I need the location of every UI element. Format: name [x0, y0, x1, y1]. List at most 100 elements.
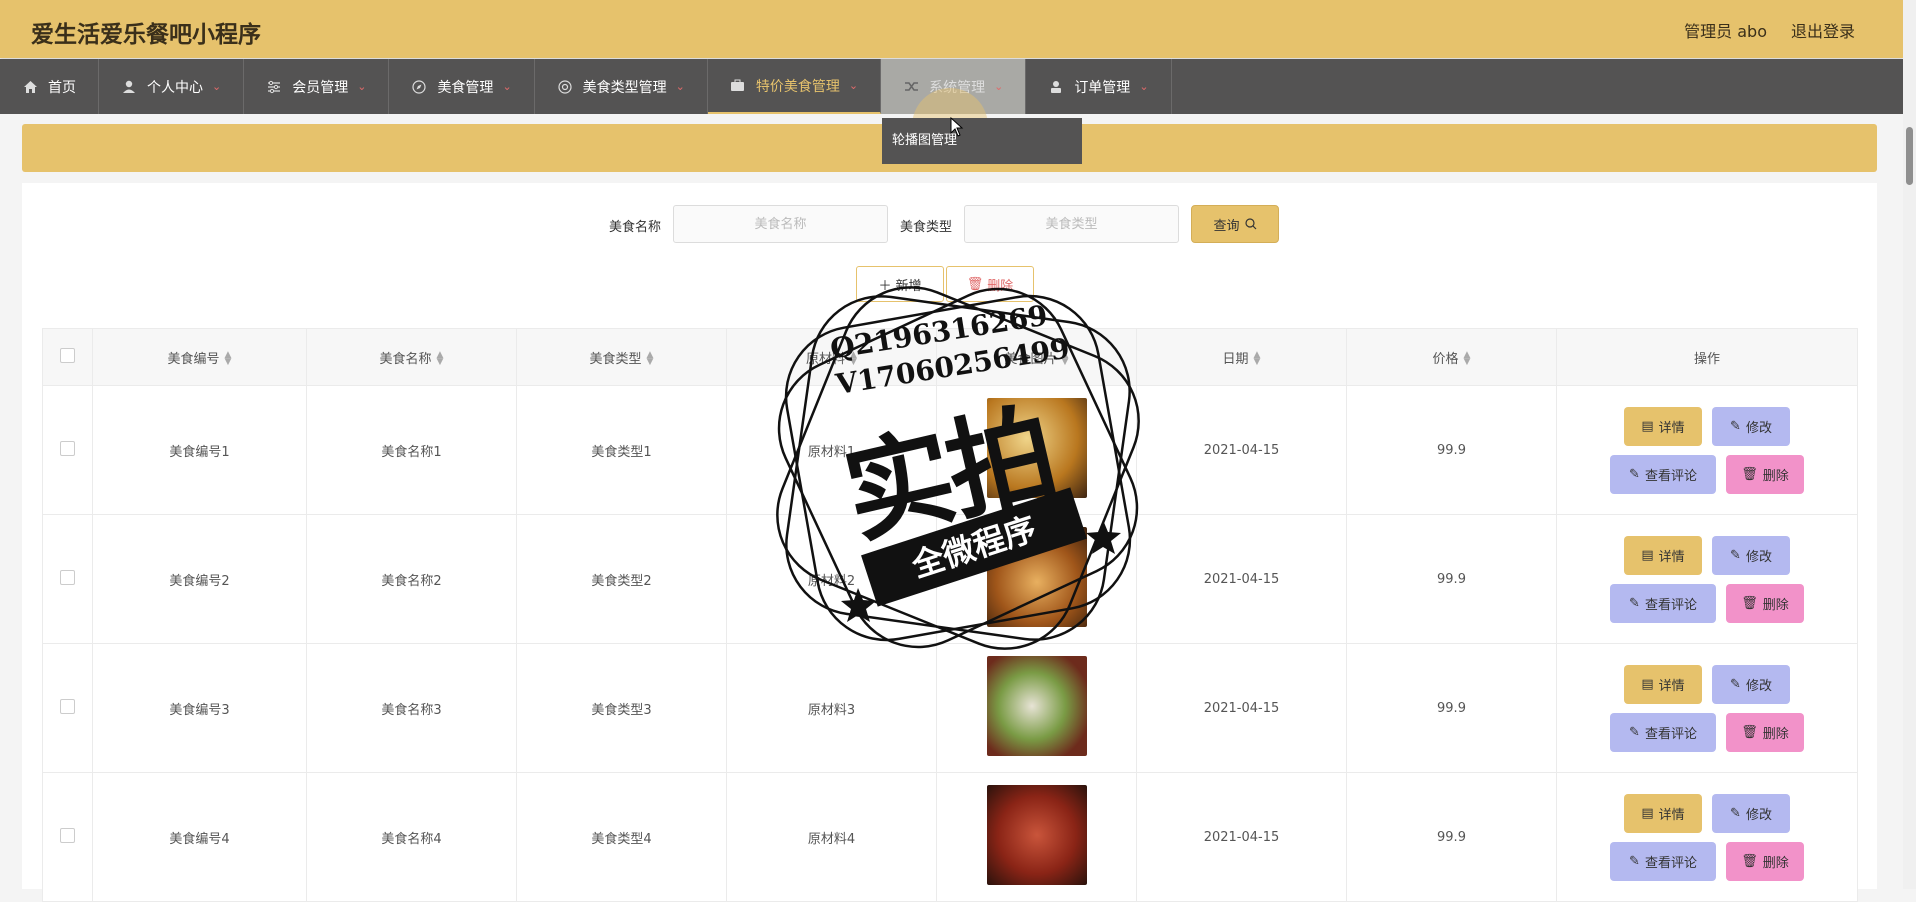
nav-personal-center[interactable]: 个人中心 ⌄ [99, 59, 245, 114]
chevron-down-icon: ⌄ [848, 79, 859, 92]
cell-operations: ▤ 详情 ✎ 修改 ✎ 查看评论 🗑 删除 [1556, 514, 1858, 644]
sort-icon: ▲ ▼ [436, 350, 444, 367]
cell-date: 2021-04-15 [1136, 514, 1347, 644]
cell-date: 2021-04-15 [1136, 643, 1347, 773]
search-icon [1244, 218, 1256, 230]
cell-price: 99.9 [1346, 385, 1557, 515]
edit-button[interactable]: ✎ 修改 [1712, 406, 1790, 446]
cell-food-type: 美食类型3 [516, 643, 727, 773]
header-food-type[interactable]: 美食类型 ▲ ▼ [516, 328, 727, 386]
food-type-label: 美食类型 [900, 220, 953, 235]
shuffle-icon [903, 79, 919, 95]
edit-button[interactable]: ✎ 修改 [1712, 793, 1790, 833]
delete-button[interactable]: 🗑 删除 [1726, 841, 1804, 881]
chevron-down-icon: ⌄ [212, 80, 222, 93]
system-dropdown-item-carousel[interactable]: 轮播图管理 [882, 118, 1082, 164]
header-date[interactable]: 日期 ▲ ▼ [1136, 328, 1347, 386]
detail-button[interactable]: ▤ 详情 [1624, 664, 1702, 704]
cell-price: 99.9 [1346, 514, 1557, 644]
view-reviews-button[interactable]: ✎ 查看评论 [1610, 454, 1716, 494]
cell-operations: ▤ 详情 ✎ 修改 ✎ 查看评论 🗑 删除 [1556, 643, 1858, 773]
user-icon [121, 79, 137, 95]
nav-personal-center-label: 个人中心 [147, 79, 203, 96]
view-reviews-button[interactable]: ✎ 查看评论 [1610, 583, 1716, 623]
row-checkbox[interactable] [60, 827, 75, 843]
chevron-down-icon: ⌄ [994, 80, 1004, 93]
select-all-checkbox[interactable] [60, 347, 75, 363]
cell-material: 原材料4 [726, 772, 937, 902]
cell-food-name: 美食名称4 [306, 772, 517, 902]
nav-special-food-management-label: 特价美食管理 [755, 78, 840, 95]
disc-icon [557, 79, 573, 95]
food-name-label: 美食名称 [609, 220, 662, 235]
cell-food-image [936, 772, 1137, 902]
chevron-down-icon: ⌄ [675, 80, 685, 93]
header-price[interactable]: 价格 ▲ ▼ [1346, 328, 1557, 386]
cell-food-name: 美食名称1 [306, 385, 517, 515]
nav-food-management[interactable]: 美食管理 ⌄ [389, 59, 535, 114]
view-reviews-button[interactable]: ✎ 查看评论 [1610, 712, 1716, 752]
delete-button[interactable]: 🗑 删除 [1726, 583, 1804, 623]
nav-order-management[interactable]: 订单管理 ⌄ [1026, 59, 1172, 114]
detail-button[interactable]: ▤ 详情 [1624, 535, 1702, 575]
cell-food-type: 美食类型1 [516, 385, 727, 515]
delete-button[interactable]: 🗑 删除 [1726, 712, 1804, 752]
row-checkbox[interactable] [60, 569, 75, 585]
pencil-icon: ✎ [1629, 724, 1640, 740]
view-reviews-button[interactable]: ✎ 查看评论 [1610, 841, 1716, 881]
nav-food-type-management[interactable]: 美食类型管理 ⌄ [535, 59, 708, 114]
cell-food-type: 美食类型2 [516, 514, 727, 644]
cell-food-code: 美食编号3 [92, 643, 307, 773]
cell-food-code: 美食编号2 [92, 514, 307, 644]
nav-food-management-label: 美食管理 [437, 79, 494, 96]
top-header: 爱生活爱乐餐吧小程序 管理员 abo 退出登录 [0, 0, 1903, 58]
pencil-icon: ✎ [1730, 547, 1741, 563]
sliders-icon [266, 79, 282, 95]
detail-button[interactable]: ▤ 详情 [1624, 406, 1702, 446]
document-icon: ▤ [1641, 805, 1654, 821]
sort-icon: ▲ ▼ [224, 350, 232, 367]
food-type-input[interactable] [964, 205, 1179, 243]
select-all-cell[interactable] [42, 328, 93, 386]
row-checkbox[interactable] [60, 698, 75, 714]
food-name-input[interactable] [673, 205, 888, 243]
row-checkbox[interactable] [60, 440, 75, 456]
pencil-icon: ✎ [1629, 595, 1640, 611]
nav-home-label: 首页 [48, 79, 76, 96]
user-card-icon [1048, 79, 1064, 95]
trash-icon: 🗑 [1741, 466, 1758, 482]
query-button[interactable]: 查询 [1191, 205, 1279, 243]
cell-date: 2021-04-15 [1136, 385, 1347, 515]
cell-food-name: 美食名称3 [306, 643, 517, 773]
sort-icon: ▲ ▼ [646, 350, 654, 367]
cell-date: 2021-04-15 [1136, 772, 1347, 902]
document-icon: ▤ [1641, 676, 1654, 692]
header-food-name[interactable]: 美食名称 ▲ ▼ [306, 328, 517, 386]
delete-button[interactable]: 🗑 删除 [1726, 454, 1804, 494]
scrollbar-thumb[interactable] [1906, 127, 1913, 185]
admin-user[interactable]: 管理员 abo [1684, 18, 1767, 42]
table-row: 美食编号4 美食名称4 美食类型4 原材料4 2021-04-15 99.9 ▤… [42, 772, 1858, 902]
sort-icon: ▲ ▼ [1463, 350, 1471, 367]
detail-button[interactable]: ▤ 详情 [1624, 793, 1702, 833]
nav-member-management[interactable]: 会员管理 ⌄ [244, 59, 390, 114]
logout-link[interactable]: 退出登录 [1791, 18, 1855, 42]
search-row: 美食名称 美食类型 查询 [0, 205, 1916, 243]
trash-icon: 🗑 [1741, 595, 1758, 611]
cell-food-code: 美食编号1 [92, 385, 307, 515]
cell-food-code: 美食编号4 [92, 772, 307, 902]
mouse-cursor-icon [950, 117, 964, 137]
nav-member-management-label: 会员管理 [292, 79, 349, 96]
food-image [986, 785, 1087, 885]
document-icon: ▤ [1641, 418, 1654, 434]
edit-button[interactable]: ✎ 修改 [1712, 535, 1790, 575]
header-food-code[interactable]: 美食编号 ▲ ▼ [92, 328, 307, 386]
watermark-stamp: Q2196316269 V17060256499 实拍 全微程序 [748, 258, 1168, 678]
nav-home[interactable]: 首页 [0, 59, 99, 114]
pencil-icon: ✎ [1629, 853, 1640, 869]
chevron-down-icon: ⌄ [502, 80, 512, 93]
briefcase-icon [730, 78, 746, 94]
nav-special-food-management[interactable]: 特价美食管理 ⌄ [707, 59, 882, 114]
edit-button[interactable]: ✎ 修改 [1712, 664, 1790, 704]
nav-order-management-label: 订单管理 [1074, 79, 1131, 96]
